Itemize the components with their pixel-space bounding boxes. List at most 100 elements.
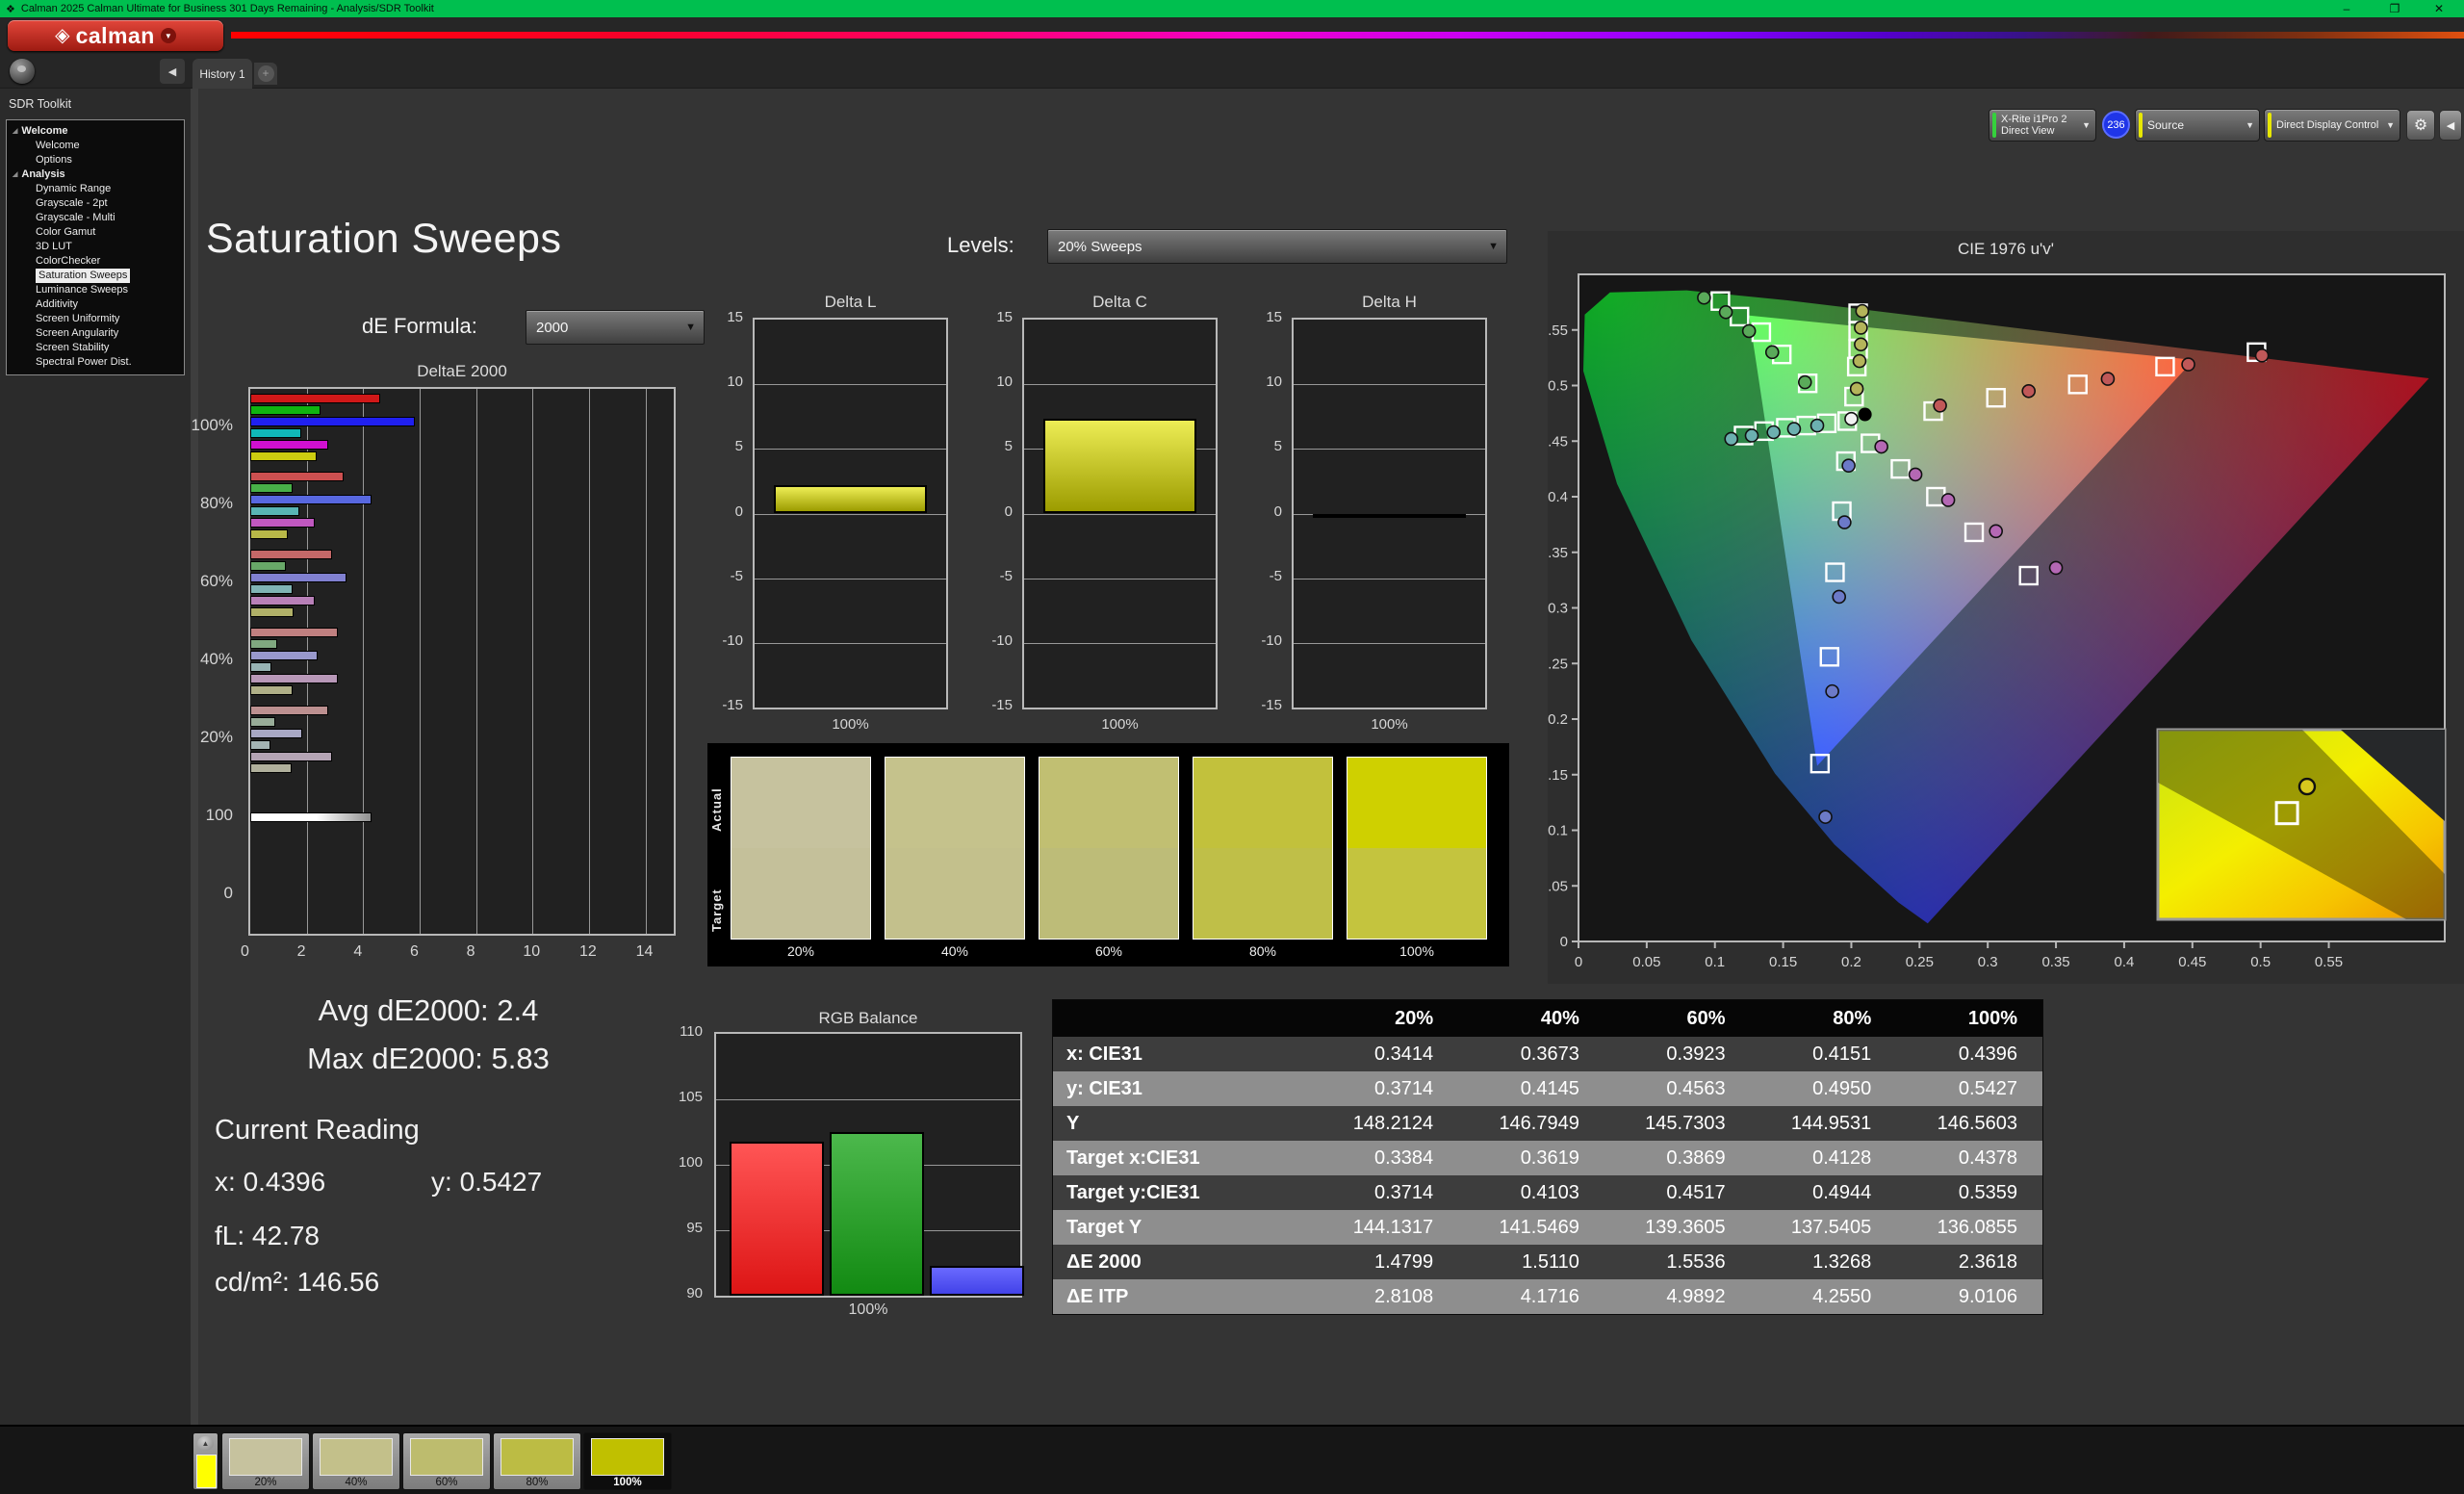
table-cell: 141.5469	[1458, 1210, 1604, 1245]
measured-marker-yellow	[1851, 382, 1863, 395]
deltae-bar-100%-4	[250, 440, 328, 450]
close-button[interactable]: ✕	[2418, 0, 2460, 17]
level-tile-100%[interactable]: 100%	[583, 1432, 672, 1490]
sidebar-item-additivity[interactable]: Additivity	[7, 297, 184, 312]
sidebar-item-grayscale-2pt[interactable]: Grayscale - 2pt	[7, 196, 184, 211]
level-tile-60%[interactable]: 60%	[402, 1432, 491, 1490]
deltae-bar-60%-4	[250, 596, 315, 605]
y-tick-label: 0.45	[1548, 433, 1568, 450]
delta_h-y-axis: 151050-5-10-15	[1240, 318, 1286, 709]
source-dropdown[interactable]: Source ▼	[2135, 109, 2260, 142]
display-control-dropdown[interactable]: Direct Display Control ▼	[2264, 109, 2400, 142]
sidebar-item-colorchecker[interactable]: ColorChecker	[7, 254, 184, 269]
measured-marker-blue	[1833, 590, 1845, 603]
inset-measured-marker	[2299, 779, 2315, 794]
actual-swatch-20%	[732, 758, 870, 848]
x-tick-label: 0.5	[2250, 954, 2271, 970]
sidebar-item-options[interactable]: Options	[7, 153, 184, 167]
deltae-chart-title: DeltaE 2000	[248, 362, 676, 381]
sidebar-item-dynamic-range[interactable]: Dynamic Range	[7, 182, 184, 196]
toolbar-row: ◀ History 1 + X-Rite i1Pro 2 Direct View…	[0, 54, 2464, 89]
sidebar: SDR Toolkit ◢WelcomeWelcomeOptions◢Analy…	[0, 89, 191, 1425]
x-tick-label: 0.05	[1632, 954, 1660, 970]
restore-button[interactable]: ❐	[2374, 0, 2416, 17]
minimize-button[interactable]: –	[2325, 0, 2368, 17]
gridline	[716, 1099, 1020, 1100]
x-tick-label: 0	[241, 943, 249, 961]
measured-marker-green	[1799, 376, 1811, 389]
actual-swatch-40%	[886, 758, 1024, 848]
meter-dropdown[interactable]: X-Rite i1Pro 2 Direct View ▼	[1989, 109, 2096, 142]
y-tick-label: 10	[1266, 374, 1282, 390]
measurement-table: 20%40%60%80%100%x: CIE310.34140.36730.39…	[1052, 999, 2043, 1315]
sidebar-item-screen-uniformity[interactable]: Screen Uniformity	[7, 312, 184, 326]
sidebar-item-welcome[interactable]: ◢Welcome	[7, 124, 184, 139]
sidebar-item-label: ColorChecker	[36, 254, 100, 269]
measured-marker-blue	[1838, 516, 1851, 528]
measured-marker-yellow	[1856, 305, 1868, 318]
level-tile-20%[interactable]: 20%	[221, 1432, 310, 1490]
measured-marker-red	[2182, 358, 2194, 371]
measured-marker-cyan	[1746, 429, 1758, 442]
sidebar-sphere-button[interactable]	[10, 59, 35, 84]
table-cell: 9.0106	[1896, 1279, 2042, 1314]
sidebar-item-saturation-sweeps[interactable]: Saturation Sweeps	[7, 269, 184, 283]
measured-marker-cyan	[1725, 432, 1737, 445]
sidebar-item-label: Welcome	[36, 139, 80, 153]
bottom-bar: ▲ 20%40%60%80%100% ▮▮▶■▣◉▲ « Back Next »	[0, 1425, 2464, 1494]
levels-dropdown[interactable]: 20% Sweeps ▼	[1047, 229, 1507, 264]
sidebar-collapse-icon[interactable]: ◀	[160, 59, 185, 84]
measured-marker-magenta	[1875, 441, 1887, 453]
table-cell: 0.3714	[1312, 1175, 1458, 1210]
sidebar-item-welcome[interactable]: Welcome	[7, 139, 184, 153]
y-tick-label: -15	[991, 697, 1013, 713]
sidebar-item-screen-angularity[interactable]: Screen Angularity	[7, 326, 184, 341]
x-tick-label: 12	[579, 943, 597, 961]
y-tick-label: 0.25	[1548, 656, 1568, 672]
deltae-bar-20%-4	[250, 752, 332, 761]
sidebar-item-3d-lut[interactable]: 3D LUT	[7, 240, 184, 254]
delta_c-y-axis: 151050-5-10-15	[970, 318, 1016, 709]
sidebar-item-color-gamut[interactable]: Color Gamut	[7, 225, 184, 240]
chevron-left-icon: ◀	[2447, 119, 2454, 132]
level-tile-80%[interactable]: 80%	[493, 1432, 581, 1490]
table-row-label: x: CIE31	[1053, 1037, 1312, 1071]
add-tab-button[interactable]: +	[254, 63, 277, 85]
tree-expander-icon[interactable]: ◢	[13, 124, 17, 139]
sidebar-item-spectral-power-dist-[interactable]: Spectral Power Dist.	[7, 355, 184, 370]
settings-gear-button[interactable]: ⚙	[2406, 110, 2435, 141]
level-tile-40%[interactable]: 40%	[312, 1432, 400, 1490]
table-cell: 0.3384	[1312, 1141, 1458, 1175]
y-tick-label: 15	[996, 309, 1013, 325]
tab-history-1[interactable]: History 1	[192, 59, 252, 89]
sidebar-item-screen-stability[interactable]: Screen Stability	[7, 341, 184, 355]
x-tick-label: 0.15	[1769, 954, 1797, 970]
sidebar-item-luminance-sweeps[interactable]: Luminance Sweeps	[7, 283, 184, 297]
y-tick-label: 90	[686, 1285, 703, 1301]
sidebar-item-analysis[interactable]: ◢Analysis	[7, 167, 184, 182]
chevron-down-icon: ▼	[161, 28, 176, 43]
gridline	[1294, 643, 1485, 644]
sidebar-item-grayscale-multi[interactable]: Grayscale - Multi	[7, 211, 184, 225]
swatch-level-label: 100%	[1347, 943, 1487, 959]
deltae-bar-40%-2	[250, 651, 318, 660]
de-formula-dropdown[interactable]: 2000 ▼	[526, 310, 705, 345]
delta_l-x-label: 100%	[753, 716, 948, 733]
y-tick-label: 15	[1266, 309, 1282, 325]
deltae-bar-60%-3	[250, 584, 293, 594]
logo-row: ◈ calman ▼	[0, 17, 2464, 54]
tree-expander-icon[interactable]: ◢	[13, 167, 17, 182]
panel-collapse-button[interactable]: ◀	[2439, 110, 2462, 141]
table-row-label: Target y:CIE31	[1053, 1175, 1312, 1210]
measured-marker-cyan	[1787, 423, 1800, 435]
delta_h-plot	[1292, 318, 1487, 709]
table-row: Target x:CIE310.33840.36190.38690.41280.…	[1053, 1141, 2042, 1175]
chevron-up-icon[interactable]: ▲	[197, 1436, 214, 1451]
measured-marker-yellow	[1855, 338, 1867, 350]
calman-menu-button[interactable]: ◈ calman ▼	[8, 20, 223, 51]
patch-preview-tile[interactable]: ▲	[192, 1432, 218, 1490]
reading-count-badge[interactable]: 236	[2102, 111, 2130, 139]
y-tick-label: 20%	[200, 728, 233, 747]
deltae-bar-100%-1	[250, 405, 321, 415]
rgb-bar-red	[730, 1142, 824, 1296]
